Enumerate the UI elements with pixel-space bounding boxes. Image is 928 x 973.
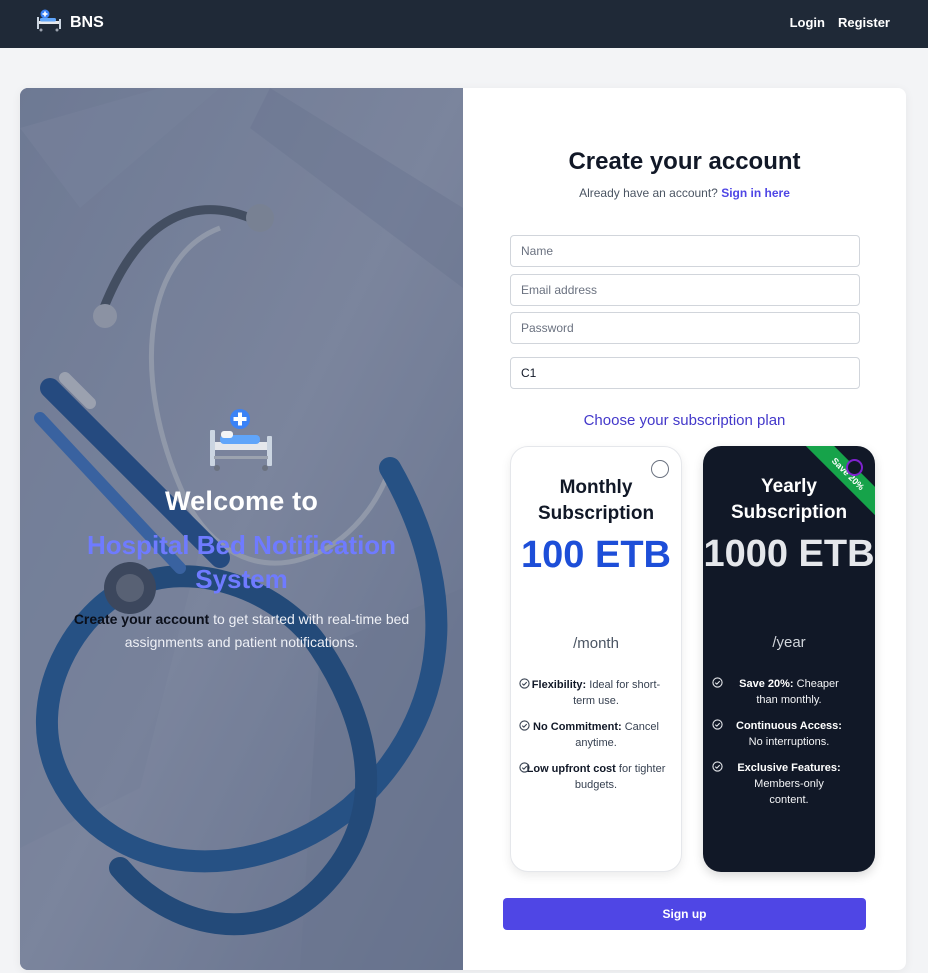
feature-title: Continuous Access: <box>736 720 842 732</box>
code-input[interactable] <box>510 357 860 389</box>
feature-item: No Commitment: Cancel anytime. <box>519 719 671 751</box>
feature-title: Flexibility: <box>531 679 587 691</box>
hospital-bed-icon <box>208 408 274 477</box>
hospital-bed-logo-icon <box>36 9 62 38</box>
feature-text: Members-only content. <box>754 778 824 806</box>
hero-system-name: Hospital Bed Notification System <box>86 530 397 594</box>
login-link[interactable]: Login <box>790 15 825 30</box>
brand-name[interactable]: BNS <box>70 14 104 32</box>
signin-prompt-text: Already have an account? <box>579 186 722 200</box>
feature-item: Low upfront cost for tighter budgets. <box>519 761 671 793</box>
plan-heading: Choose your subscription plan <box>583 412 786 429</box>
check-circle-icon <box>519 762 530 773</box>
password-input[interactable] <box>510 312 860 344</box>
monthly-plan-period: /month <box>573 635 619 652</box>
feature-title: Low upfront cost <box>526 763 616 775</box>
hero-welcome: Welcome to <box>164 486 319 516</box>
check-circle-icon <box>712 719 723 730</box>
email-input[interactable] <box>510 274 860 306</box>
monthly-plan-card[interactable]: Monthly Subscription 100 ETB /month Flex… <box>510 446 682 872</box>
signin-prompt: Already have an account? Sign in here <box>463 186 906 200</box>
brand[interactable]: BNS <box>36 9 104 38</box>
signup-card: Welcome to Hospital Bed Notification Sys… <box>20 88 906 970</box>
check-circle-icon <box>712 761 723 772</box>
feature-item: Flexibility: Ideal for short-term use. <box>519 677 671 709</box>
check-circle-icon <box>712 677 723 688</box>
signin-link[interactable]: Sign in here <box>721 186 790 200</box>
yearly-plan-price: 1000 ETB <box>703 533 875 575</box>
feature-title: Save 20%: <box>739 678 794 690</box>
feature-item: Exclusive Features: Members-only content… <box>712 760 844 808</box>
monthly-plan-name: Monthly Subscription <box>537 477 655 524</box>
monthly-plan-price: 100 ETB <box>521 534 671 576</box>
name-input[interactable] <box>510 235 860 267</box>
page-title: Create your account <box>568 148 801 175</box>
check-circle-icon <box>519 720 530 731</box>
feature-title: Exclusive Features: <box>737 762 841 774</box>
yearly-plan-name: Yearly Subscription <box>730 476 848 523</box>
hero-panel: Welcome to Hospital Bed Notification Sys… <box>20 88 463 970</box>
yearly-plan-period: /year <box>772 634 806 651</box>
form-panel: Create your account Already have an acco… <box>463 88 906 970</box>
signup-button[interactable]: Sign up <box>503 898 866 930</box>
yearly-plan-card[interactable]: Save 20% Yearly Subscription 1000 ETB /y… <box>703 446 875 872</box>
feature-item: Continuous Access: No interruptions. <box>712 718 844 750</box>
register-link[interactable]: Register <box>838 15 890 30</box>
feature-text: Ideal for short-term use. <box>573 679 661 707</box>
nav-links: Login Register <box>790 15 890 30</box>
yearly-features: Save 20%: Cheaper than monthly. Continuo… <box>703 676 875 818</box>
feature-text: No interruptions. <box>748 736 830 748</box>
feature-item: Save 20%: Cheaper than monthly. <box>712 676 844 708</box>
monthly-features: Flexibility: Ideal for short-term use. N… <box>511 677 681 803</box>
navbar: BNS Login Register <box>0 0 928 48</box>
check-circle-icon <box>519 678 530 689</box>
hero-description: Create your account to get started with … <box>56 608 427 654</box>
feature-title: No Commitment: <box>533 721 622 733</box>
hero-desc-highlight: Create your account <box>73 611 210 627</box>
